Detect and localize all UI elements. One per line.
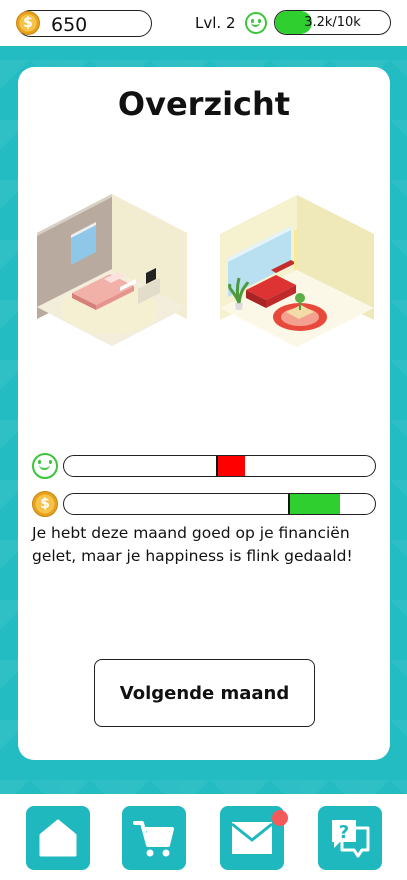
living-room-illustration [220,195,374,347]
money-meter-track [63,493,376,515]
happiness-meter-track [63,455,376,477]
svg-text:?: ? [339,822,349,843]
help-chat-icon: ? [332,820,370,858]
coin-icon: $ [16,11,40,35]
coin-symbol: $ [23,15,33,31]
nav-home-button[interactable] [26,806,90,870]
happiness-marker [216,456,246,476]
nav-shop-button[interactable] [122,806,186,870]
home-icon [39,819,77,857]
overview-card: Overzicht $ Je hebt deze maand goed op j… [18,67,390,760]
top-bar: $ 650 Lvl. 2 3.2k/10k [0,0,407,46]
level-label: Lvl. 2 [195,14,236,32]
coin-balance: $ 650 [16,10,152,37]
page-title: Overzicht [117,85,291,123]
nav-help-button[interactable]: ? [318,806,382,870]
mail-icon [231,822,273,854]
notification-badge [272,810,288,826]
coin-value: 650 [51,14,88,36]
money-marker [287,494,340,514]
next-month-button[interactable]: Volgende maand [94,659,315,727]
bedroom-illustration [37,194,187,346]
nav-mail-button[interactable] [220,806,288,870]
coin-icon: $ [32,491,58,517]
result-message: Je hebt deze maand goed op je financiën … [32,524,353,565]
smiley-icon [32,453,58,479]
xp-text: 3.2k/10k [304,15,361,30]
xp-progress-bar: 3.2k/10k [274,10,391,35]
coin-symbol: $ [40,496,50,512]
cart-icon [133,821,174,857]
bottom-nav: ? [0,794,407,880]
smiley-icon [245,12,267,34]
